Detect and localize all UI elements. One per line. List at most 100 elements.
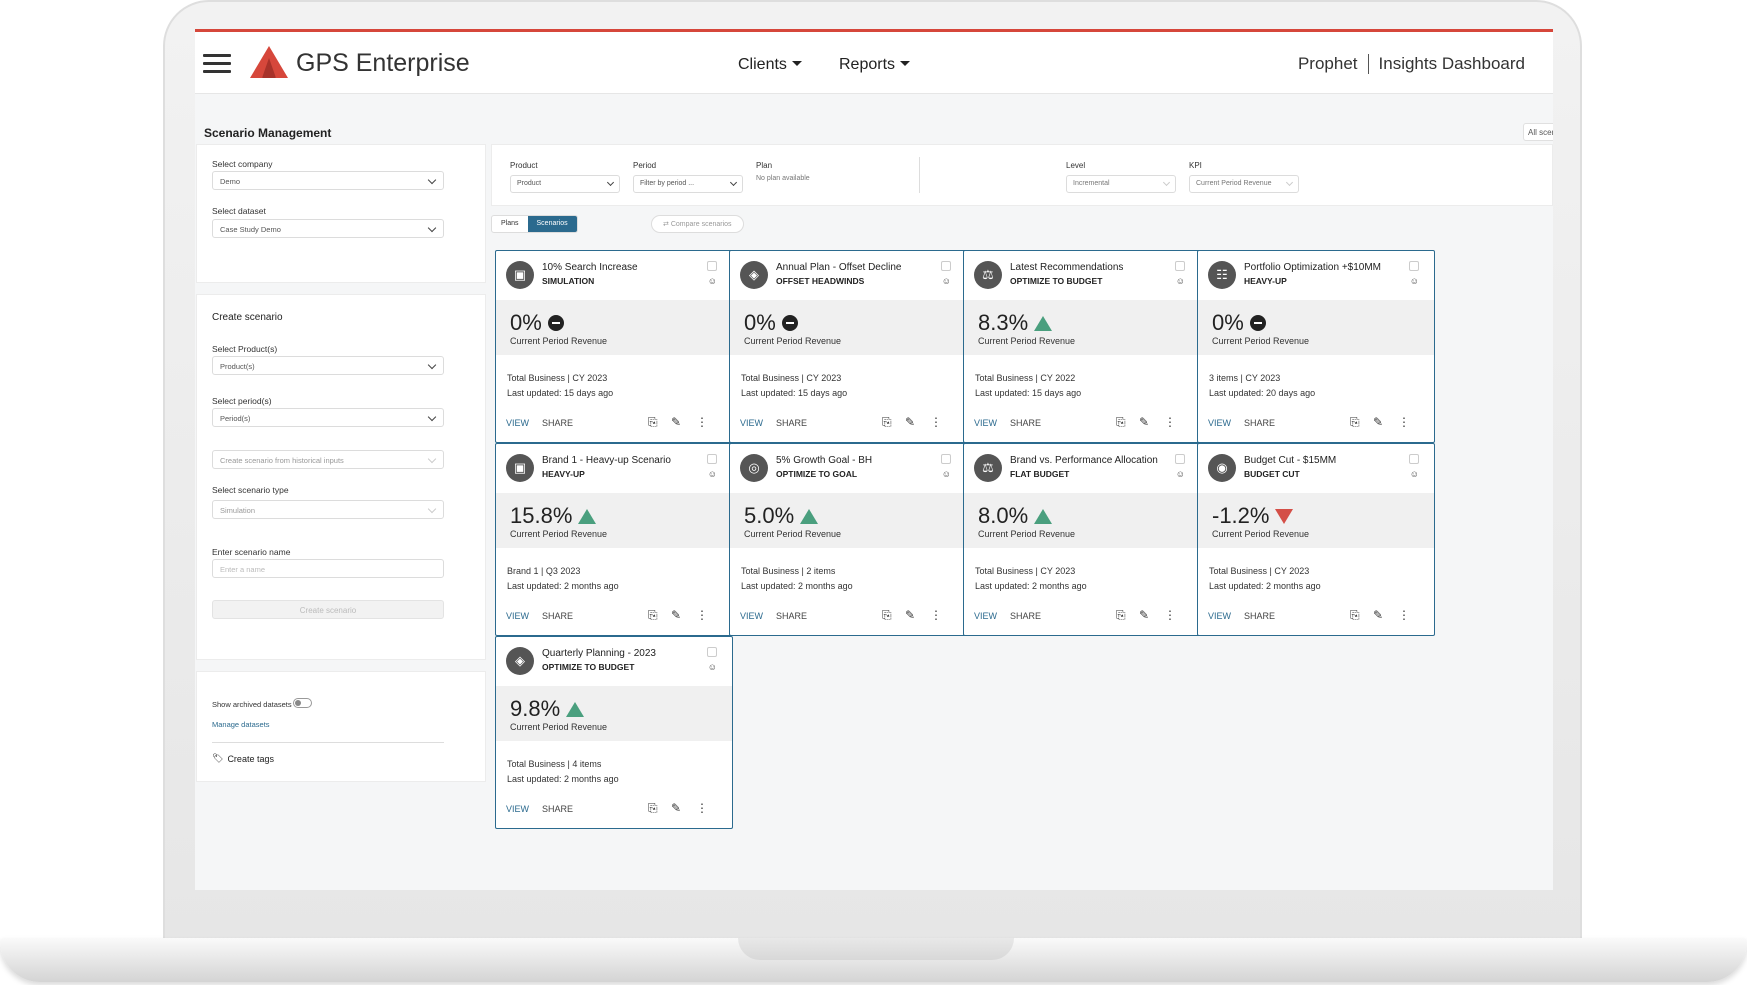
- share-button[interactable]: SHARE: [776, 611, 807, 621]
- view-button[interactable]: VIEW: [1208, 611, 1231, 621]
- select-checkbox[interactable]: [1409, 261, 1419, 271]
- share-button[interactable]: SHARE: [776, 418, 807, 428]
- brand-name[interactable]: GPS Enterprise: [296, 49, 470, 78]
- copy-icon[interactable]: ⎘: [648, 608, 658, 623]
- copy-icon[interactable]: ⎘: [1116, 415, 1126, 430]
- share-button[interactable]: SHARE: [542, 611, 573, 621]
- all-scenarios-dropdown[interactable]: All scenarios: [1523, 123, 1553, 141]
- select-checkbox[interactable]: [707, 261, 717, 271]
- select-checkbox[interactable]: [941, 454, 951, 464]
- product-filter[interactable]: Product: [510, 175, 620, 193]
- edit-icon[interactable]: ✎: [905, 608, 915, 622]
- edit-icon[interactable]: ✎: [671, 608, 681, 622]
- show-archived-toggle[interactable]: [293, 698, 312, 708]
- select-checkbox[interactable]: [707, 454, 717, 464]
- select-checkbox[interactable]: [1175, 454, 1185, 464]
- more-options-icon[interactable]: ⋮: [930, 415, 942, 429]
- more-options-icon[interactable]: ⋮: [1164, 608, 1176, 622]
- scenario-name-input[interactable]: Enter a name: [212, 559, 444, 578]
- compare-scenarios-button[interactable]: ⇄ Compare scenarios: [651, 215, 744, 233]
- copy-icon[interactable]: ⎘: [882, 415, 892, 430]
- share-button[interactable]: SHARE: [1010, 611, 1041, 621]
- more-options-icon[interactable]: ⋮: [696, 415, 708, 429]
- scenario-card[interactable]: ◉ Budget Cut - $15MM BUDGET CUT ☺ -1.2% Curre…: [1197, 443, 1435, 636]
- view-button[interactable]: VIEW: [506, 611, 529, 621]
- edit-icon[interactable]: ✎: [1373, 608, 1383, 622]
- more-options-icon[interactable]: ⋮: [930, 608, 942, 622]
- more-options-icon[interactable]: ⋮: [1398, 415, 1410, 429]
- level-filter[interactable]: Incremental: [1066, 175, 1176, 193]
- more-options-icon[interactable]: ⋮: [696, 608, 708, 622]
- kpi-value-row: 9.8%: [510, 696, 585, 722]
- shared-users-icon[interactable]: ☺: [708, 469, 717, 479]
- scenario-card[interactable]: ⚖ Latest Recommendations OPTIMIZE TO BUDGE…: [963, 250, 1201, 443]
- view-button[interactable]: VIEW: [506, 418, 529, 428]
- share-button[interactable]: SHARE: [542, 418, 573, 428]
- scenario-card[interactable]: ☷ Portfolio Optimization +$10MM HEAVY-UP ☺ 0…: [1197, 250, 1435, 443]
- scenario-card[interactable]: ◈ Quarterly Planning - 2023 OPTIMIZE TO BU…: [495, 636, 733, 829]
- copy-icon[interactable]: ⎘: [882, 608, 892, 623]
- shared-users-icon[interactable]: ☺: [942, 469, 951, 479]
- copy-icon[interactable]: ⎘: [648, 415, 658, 430]
- more-options-icon[interactable]: ⋮: [1164, 415, 1176, 429]
- scenario-scope: Total Business | 2 items: [741, 566, 836, 576]
- view-button[interactable]: VIEW: [974, 418, 997, 428]
- select-periods-label: Select period(s): [212, 396, 272, 406]
- edit-icon[interactable]: ✎: [671, 801, 681, 815]
- scenario-card[interactable]: ⚖ Brand vs. Performance Allocation FLAT BU…: [963, 443, 1201, 636]
- select-checkbox[interactable]: [941, 261, 951, 271]
- reports-menu[interactable]: Reports: [839, 56, 910, 74]
- share-button[interactable]: SHARE: [1244, 611, 1275, 621]
- scenario-card[interactable]: ▣ 10% Search Increase SIMULATION ☺ 0% Current…: [495, 250, 733, 443]
- share-button[interactable]: SHARE: [1244, 418, 1275, 428]
- hamburger-menu-icon[interactable]: [203, 54, 231, 74]
- copy-icon[interactable]: ⎘: [1116, 608, 1126, 623]
- view-button[interactable]: VIEW: [974, 611, 997, 621]
- products-select[interactable]: Product(s): [212, 356, 444, 375]
- view-button[interactable]: VIEW: [740, 418, 763, 428]
- create-tags-link[interactable]: 🏷 Create tags: [212, 753, 274, 764]
- edit-icon[interactable]: ✎: [671, 415, 681, 429]
- scenario-type-select[interactable]: Simulation: [212, 500, 444, 519]
- edit-icon[interactable]: ✎: [1139, 415, 1149, 429]
- shared-users-icon[interactable]: ☺: [708, 662, 717, 672]
- shared-users-icon[interactable]: ☺: [1176, 469, 1185, 479]
- company-select[interactable]: Demo: [212, 171, 444, 190]
- edit-icon[interactable]: ✎: [905, 415, 915, 429]
- copy-icon[interactable]: ⎘: [1350, 608, 1360, 623]
- view-button[interactable]: VIEW: [1208, 418, 1231, 428]
- more-options-icon[interactable]: ⋮: [1398, 608, 1410, 622]
- view-button[interactable]: VIEW: [740, 611, 763, 621]
- scenario-card[interactable]: ▣ Brand 1 - Heavy-up Scenario HEAVY-UP ☺ 15.…: [495, 443, 733, 636]
- more-options-icon[interactable]: ⋮: [696, 801, 708, 815]
- edit-icon[interactable]: ✎: [1139, 608, 1149, 622]
- copy-icon[interactable]: ⎘: [648, 801, 658, 816]
- tab-plans[interactable]: Plans: [492, 216, 528, 232]
- tab-scenarios[interactable]: Scenarios: [527, 216, 577, 232]
- scenario-card[interactable]: ◎ 5% Growth Goal - BH OPTIMIZE TO GOAL ☺ 5.0…: [729, 443, 967, 636]
- period-filter[interactable]: Filter by period ...: [633, 175, 743, 193]
- shared-users-icon[interactable]: ☺: [1410, 469, 1419, 479]
- view-button[interactable]: VIEW: [506, 804, 529, 814]
- shared-users-icon[interactable]: ☺: [1176, 276, 1185, 286]
- dataset-select[interactable]: Case Study Demo: [212, 219, 444, 238]
- historical-inputs-select[interactable]: Create scenario from historical inputs: [212, 450, 444, 469]
- select-checkbox[interactable]: [1175, 261, 1185, 271]
- select-checkbox[interactable]: [1409, 454, 1419, 464]
- edit-icon[interactable]: ✎: [1373, 415, 1383, 429]
- clients-menu[interactable]: Clients: [738, 56, 802, 74]
- shared-users-icon[interactable]: ☺: [708, 276, 717, 286]
- manage-datasets-link[interactable]: Manage datasets: [212, 720, 270, 729]
- shared-users-icon[interactable]: ☺: [1410, 276, 1419, 286]
- insights-dashboard-link[interactable]: Insights Dashboard: [1379, 54, 1525, 74]
- kpi-filter[interactable]: Current Period Revenue: [1189, 175, 1299, 193]
- shared-users-icon[interactable]: ☺: [942, 276, 951, 286]
- periods-select[interactable]: Period(s): [212, 408, 444, 427]
- create-scenario-button[interactable]: Create scenario: [212, 600, 444, 619]
- copy-icon[interactable]: ⎘: [1350, 415, 1360, 430]
- select-checkbox[interactable]: [707, 647, 717, 657]
- share-button[interactable]: SHARE: [1010, 418, 1041, 428]
- share-button[interactable]: SHARE: [542, 804, 573, 814]
- scenario-card[interactable]: ◈ Annual Plan - Offset Decline OFFSET HEAD…: [729, 250, 967, 443]
- prophet-link[interactable]: Prophet: [1298, 54, 1358, 74]
